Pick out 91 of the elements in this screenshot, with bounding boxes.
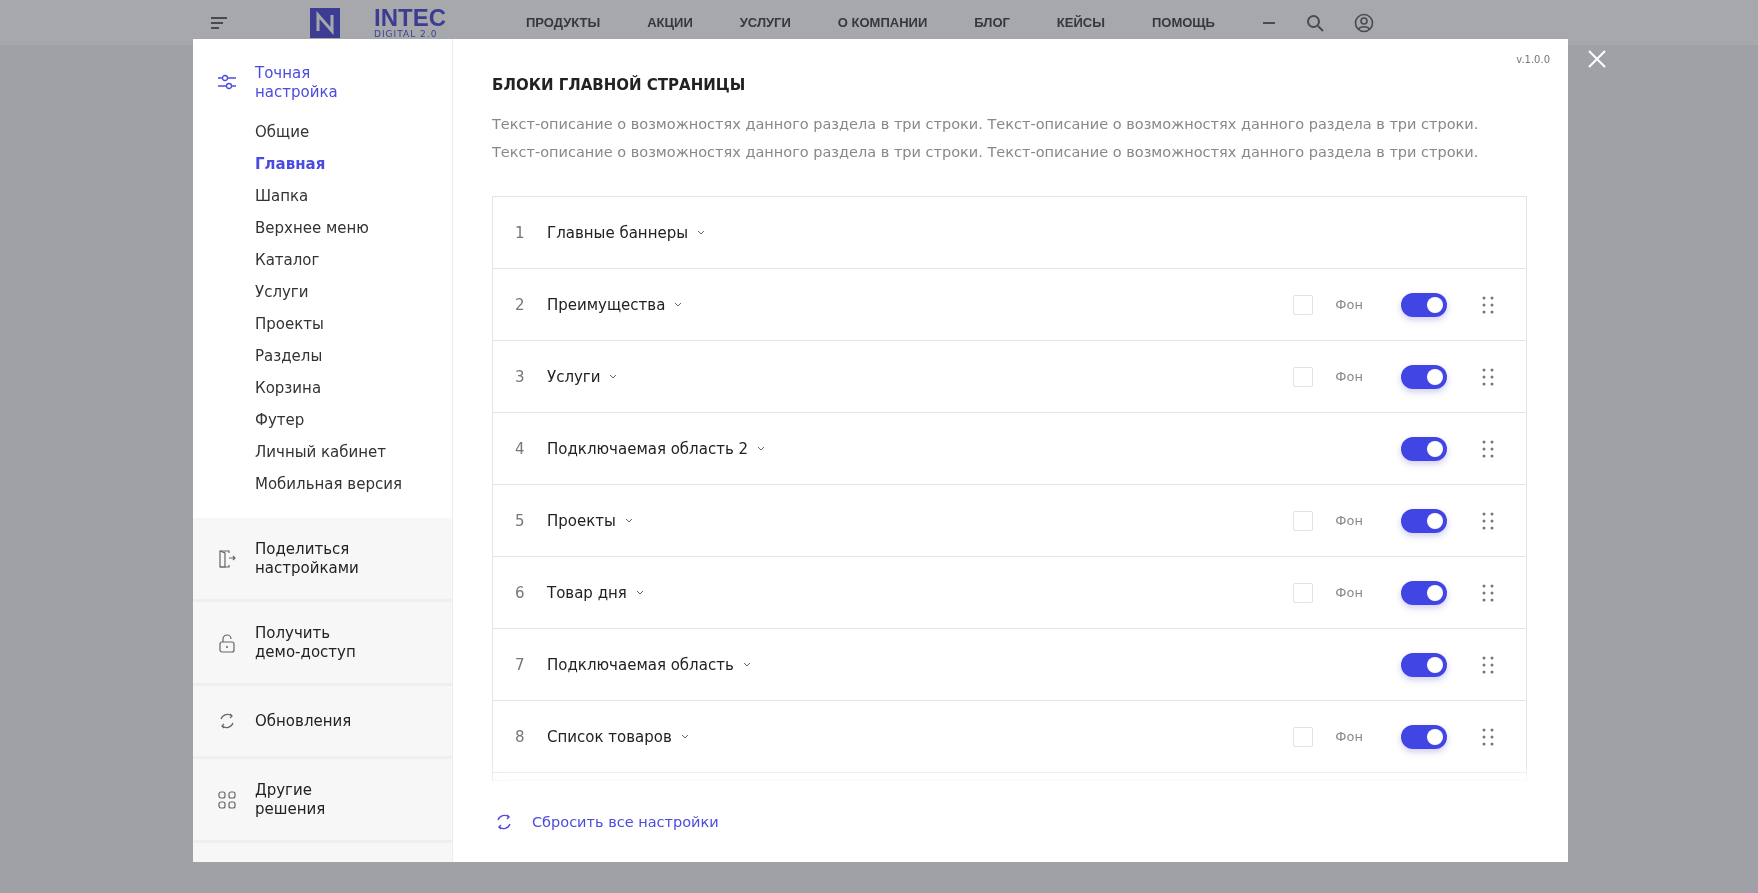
checkbox-label: Фон bbox=[1335, 513, 1363, 528]
toggle-switch[interactable] bbox=[1401, 436, 1447, 461]
row-number: 3 bbox=[515, 367, 526, 386]
grid-icon bbox=[217, 789, 237, 810]
action-label: Поделиться настройками bbox=[255, 539, 360, 578]
sidebar-item[interactable]: Каталог bbox=[255, 244, 452, 276]
row-number: 2 bbox=[515, 295, 526, 314]
nav-link[interactable]: О КОМПАНИИ bbox=[837, 15, 953, 30]
nav-link[interactable]: УСЛУГИ bbox=[739, 15, 816, 30]
block-name[interactable]: Услуги bbox=[547, 367, 618, 386]
description: Текст-описание о возможностях данного раздела в три строки. Текст-описание о возможностях данного раздела в три строки. Текст-описание о возможностях данного раздела в три строки. Текст-описание о возможностях данного раздела в три строки. bbox=[492, 115, 1480, 162]
row-number: 4 bbox=[515, 439, 526, 458]
chevron-down-icon bbox=[624, 518, 633, 523]
checkbox[interactable] bbox=[1293, 582, 1314, 603]
toggle-switch[interactable] bbox=[1401, 580, 1447, 605]
toggle-switch[interactable] bbox=[1401, 508, 1447, 533]
row-number: 8 bbox=[515, 727, 526, 746]
action-label: Другие решения bbox=[255, 780, 327, 819]
sidebar-item[interactable]: Разделы bbox=[255, 340, 452, 372]
sidebar-item[interactable]: Корзина bbox=[255, 372, 452, 404]
sidebar-item[interactable]: Личный кабинет bbox=[255, 436, 452, 468]
checkbox-label: Фон bbox=[1335, 297, 1363, 312]
exit-icon bbox=[217, 548, 237, 569]
block-name[interactable]: Товар дня bbox=[547, 583, 644, 602]
block-name[interactable]: Преимущества bbox=[547, 295, 683, 314]
block-name[interactable]: Главные баннеры bbox=[547, 223, 706, 242]
sidebar-action[interactable]: Получить демо-доступ bbox=[193, 602, 452, 686]
nav-link[interactable]: ПРОДУКТЫ bbox=[526, 15, 626, 30]
user-icon[interactable] bbox=[1353, 12, 1374, 33]
chevron-down-icon bbox=[697, 230, 706, 235]
sidebar-item[interactable]: Услуги bbox=[255, 276, 452, 308]
menu-icon[interactable] bbox=[210, 15, 228, 30]
nav-link[interactable]: БЛОГ bbox=[974, 15, 1035, 30]
toggle-switch[interactable] bbox=[1401, 364, 1447, 389]
sliders-icon bbox=[217, 74, 237, 90]
reset-link[interactable]: Сбросить все настройки bbox=[492, 811, 719, 832]
checkbox[interactable] bbox=[1293, 366, 1314, 387]
sidebar-action[interactable]: Обновления bbox=[193, 686, 452, 759]
toggle-switch[interactable] bbox=[1401, 652, 1447, 677]
chevron-down-icon bbox=[757, 446, 766, 451]
lock-icon bbox=[217, 632, 237, 653]
row-number: 5 bbox=[515, 511, 526, 530]
version-label: v.1.0.0 bbox=[1516, 54, 1550, 65]
drag-handle-icon[interactable] bbox=[1482, 654, 1494, 675]
chevron-down-icon bbox=[742, 662, 751, 667]
chevron-down-icon bbox=[674, 302, 683, 307]
section-heading[interactable]: Точная настройка bbox=[255, 64, 375, 102]
row-number: 1 bbox=[515, 223, 526, 242]
chevron-down-icon bbox=[609, 374, 618, 379]
block-name[interactable]: Подключаемая область 2 bbox=[547, 439, 766, 458]
search-icon[interactable] bbox=[1305, 13, 1324, 32]
action-label: Получить демо-доступ bbox=[255, 623, 357, 662]
section-title: БЛОКИ ГЛАВНОЙ СТРАНИЦЫ bbox=[492, 76, 747, 94]
drag-handle-icon[interactable] bbox=[1482, 726, 1494, 747]
checkbox[interactable] bbox=[1293, 726, 1314, 747]
drag-handle-icon[interactable] bbox=[1482, 294, 1494, 315]
block-name[interactable]: Проекты bbox=[547, 511, 633, 530]
toggle-switch[interactable] bbox=[1401, 292, 1447, 317]
logo-subtitle: DIGITAL 2.0 bbox=[374, 30, 439, 39]
sidebar-item[interactable]: Общие bbox=[255, 116, 452, 148]
checkbox[interactable] bbox=[1293, 294, 1314, 315]
chevron-down-icon bbox=[635, 590, 644, 595]
sidebar-item[interactable]: Главная bbox=[255, 148, 452, 180]
block-name[interactable]: Список товаров bbox=[547, 727, 689, 746]
checkbox[interactable] bbox=[1293, 510, 1314, 531]
checkbox-label: Фон bbox=[1335, 585, 1363, 600]
logo-text: INTEC bbox=[374, 6, 446, 30]
block-name[interactable]: Подключаемая область bbox=[547, 655, 751, 674]
drag-handle-icon[interactable] bbox=[1482, 438, 1494, 459]
sidebar-action[interactable]: Поделиться настройками bbox=[193, 518, 452, 602]
sidebar-item[interactable]: Проекты bbox=[255, 308, 452, 340]
nav-link[interactable]: ПОМОЩЬ bbox=[1151, 15, 1240, 30]
close-icon[interactable] bbox=[1588, 50, 1606, 68]
sidebar-action[interactable]: Другие решения bbox=[193, 759, 452, 843]
checkbox-label: Фон bbox=[1335, 369, 1363, 384]
sidebar-item[interactable]: Шапка bbox=[255, 180, 452, 212]
nav-link[interactable]: АКЦИИ bbox=[647, 15, 718, 30]
sidebar-item[interactable]: Верхнее меню bbox=[255, 212, 452, 244]
drag-handle-icon[interactable] bbox=[1482, 582, 1494, 603]
sidebar-item[interactable]: Футер bbox=[255, 404, 452, 436]
row-number: 6 bbox=[515, 583, 526, 602]
drag-handle-icon[interactable] bbox=[1482, 366, 1494, 387]
nav-link[interactable]: КЕЙСЫ bbox=[1056, 15, 1130, 30]
chevron-down-icon bbox=[680, 734, 689, 739]
row-number: 7 bbox=[515, 655, 526, 674]
more-icon[interactable] bbox=[1261, 20, 1276, 25]
drag-handle-icon[interactable] bbox=[1482, 510, 1494, 531]
action-label: Обновления bbox=[255, 711, 353, 731]
checkbox-label: Фон bbox=[1335, 729, 1363, 744]
sidebar-item[interactable]: Мобильная версия bbox=[255, 468, 452, 500]
toggle-switch[interactable] bbox=[1401, 724, 1447, 749]
